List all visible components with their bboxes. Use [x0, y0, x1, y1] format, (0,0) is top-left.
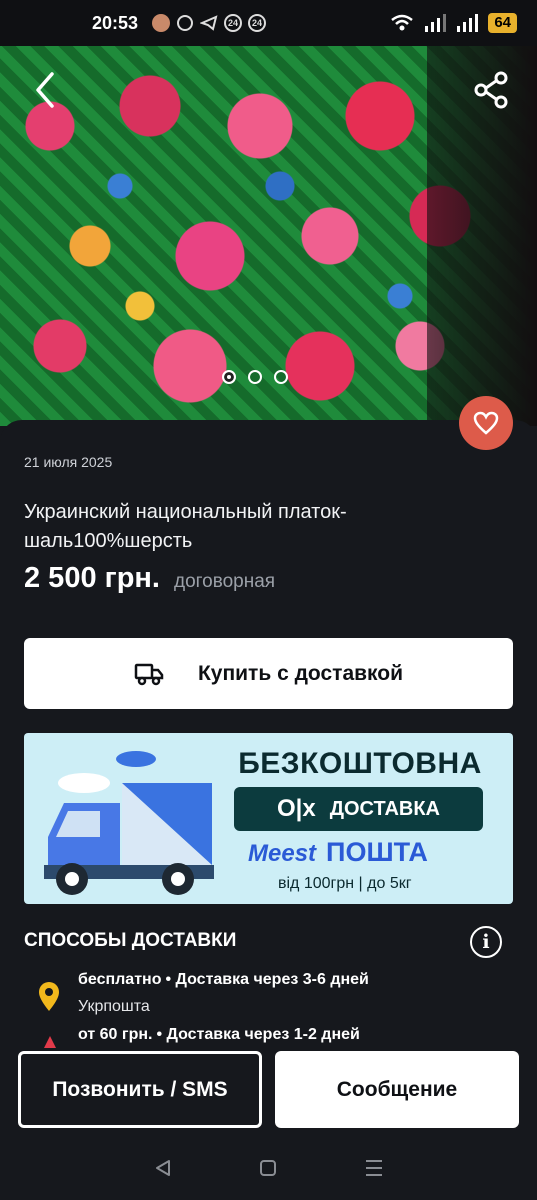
delivery-truck-illustration: [44, 751, 214, 895]
status-time: 20:53: [92, 12, 139, 33]
message-button[interactable]: Сообщение: [275, 1051, 519, 1128]
call-sms-button[interactable]: Позвонить / SMS: [18, 1051, 262, 1128]
olx-logo: O|x: [277, 795, 316, 822]
delivery-option-1-time: • Доставка через 3-6 дней: [165, 971, 369, 988]
delivery-option-1-carrier: Укрпошта: [78, 998, 150, 1015]
carousel-dot-1[interactable]: [222, 370, 236, 384]
delivery-option-1[interactable]: бесплатно • Доставка через 3-6 дней: [78, 971, 369, 989]
location-pin-icon: [39, 982, 59, 1011]
heart-icon: [473, 411, 499, 435]
nav-recents-icon[interactable]: [364, 1158, 384, 1178]
status-bar: 20:53 24 24 64: [0, 0, 537, 46]
delivery-option-2-time: • Доставка через 1-2 дней: [156, 1026, 360, 1043]
favorite-button[interactable]: [459, 396, 513, 450]
wifi-icon: [391, 14, 414, 31]
truck-icon: [134, 663, 164, 685]
carousel-dot-3[interactable]: [274, 370, 288, 384]
news-24-icon: 24: [224, 14, 243, 32]
status-right: 64: [390, 13, 517, 33]
listing-price: 2 500 грн.: [24, 562, 160, 594]
listing-date: 21 июля 2025: [24, 454, 113, 470]
signal-icon-2: [457, 14, 479, 32]
avatar-icon: [152, 14, 171, 32]
meest-row: Meest ПОШТА: [248, 837, 428, 868]
delivery-option-2[interactable]: от 60 грн. • Доставка через 1-2 дней: [78, 1026, 360, 1044]
viber-icon: [177, 15, 194, 31]
back-icon[interactable]: [30, 70, 60, 110]
signal-icon: [425, 14, 447, 32]
news-24-icon-2: 24: [248, 14, 267, 32]
banner-title: БЕЗКОШТОВНА: [238, 747, 482, 780]
delivery-methods-header: СПОСОБЫ ДОСТАВКИ: [24, 930, 237, 951]
delivery-option-2-price: от 60 грн.: [78, 1026, 153, 1043]
share-icon[interactable]: [472, 70, 512, 110]
nav-home-icon[interactable]: [258, 1158, 278, 1178]
banner-terms: від 100грн | до 5кг: [278, 875, 412, 892]
delivery-option-1-price: бесплатно: [78, 971, 162, 988]
carousel-dots: [222, 370, 288, 384]
price-row: 2 500 грн. договорная: [24, 562, 275, 595]
free-delivery-banner[interactable]: БЕЗКОШТОВНА O|x ДОСТАВКА Meest ПОШТА від…: [24, 733, 513, 904]
buy-with-delivery-button[interactable]: Купить с доставкой: [24, 638, 513, 709]
carousel-dot-2[interactable]: [248, 370, 262, 384]
meest-post-text: ПОШТА: [326, 837, 428, 867]
nav-back-icon[interactable]: [153, 1158, 173, 1178]
olx-delivery-text: ДОСТАВКА: [329, 797, 440, 820]
telegram-icon: [200, 15, 218, 31]
battery-indicator: 64: [488, 13, 517, 33]
notification-icons: 24 24: [152, 14, 267, 32]
buy-button-label: Купить с доставкой: [197, 661, 404, 685]
listing-title: Украинский национальный платок-шаль100%ш…: [24, 501, 347, 552]
system-navigation-bar: [0, 1136, 537, 1200]
olx-delivery-badge: O|x ДОСТАВКА: [234, 787, 483, 831]
listing-photo[interactable]: [0, 46, 537, 426]
meest-logo: Meest: [248, 840, 317, 867]
info-icon[interactable]: i: [470, 926, 502, 958]
price-negotiable: договорная: [174, 571, 276, 592]
